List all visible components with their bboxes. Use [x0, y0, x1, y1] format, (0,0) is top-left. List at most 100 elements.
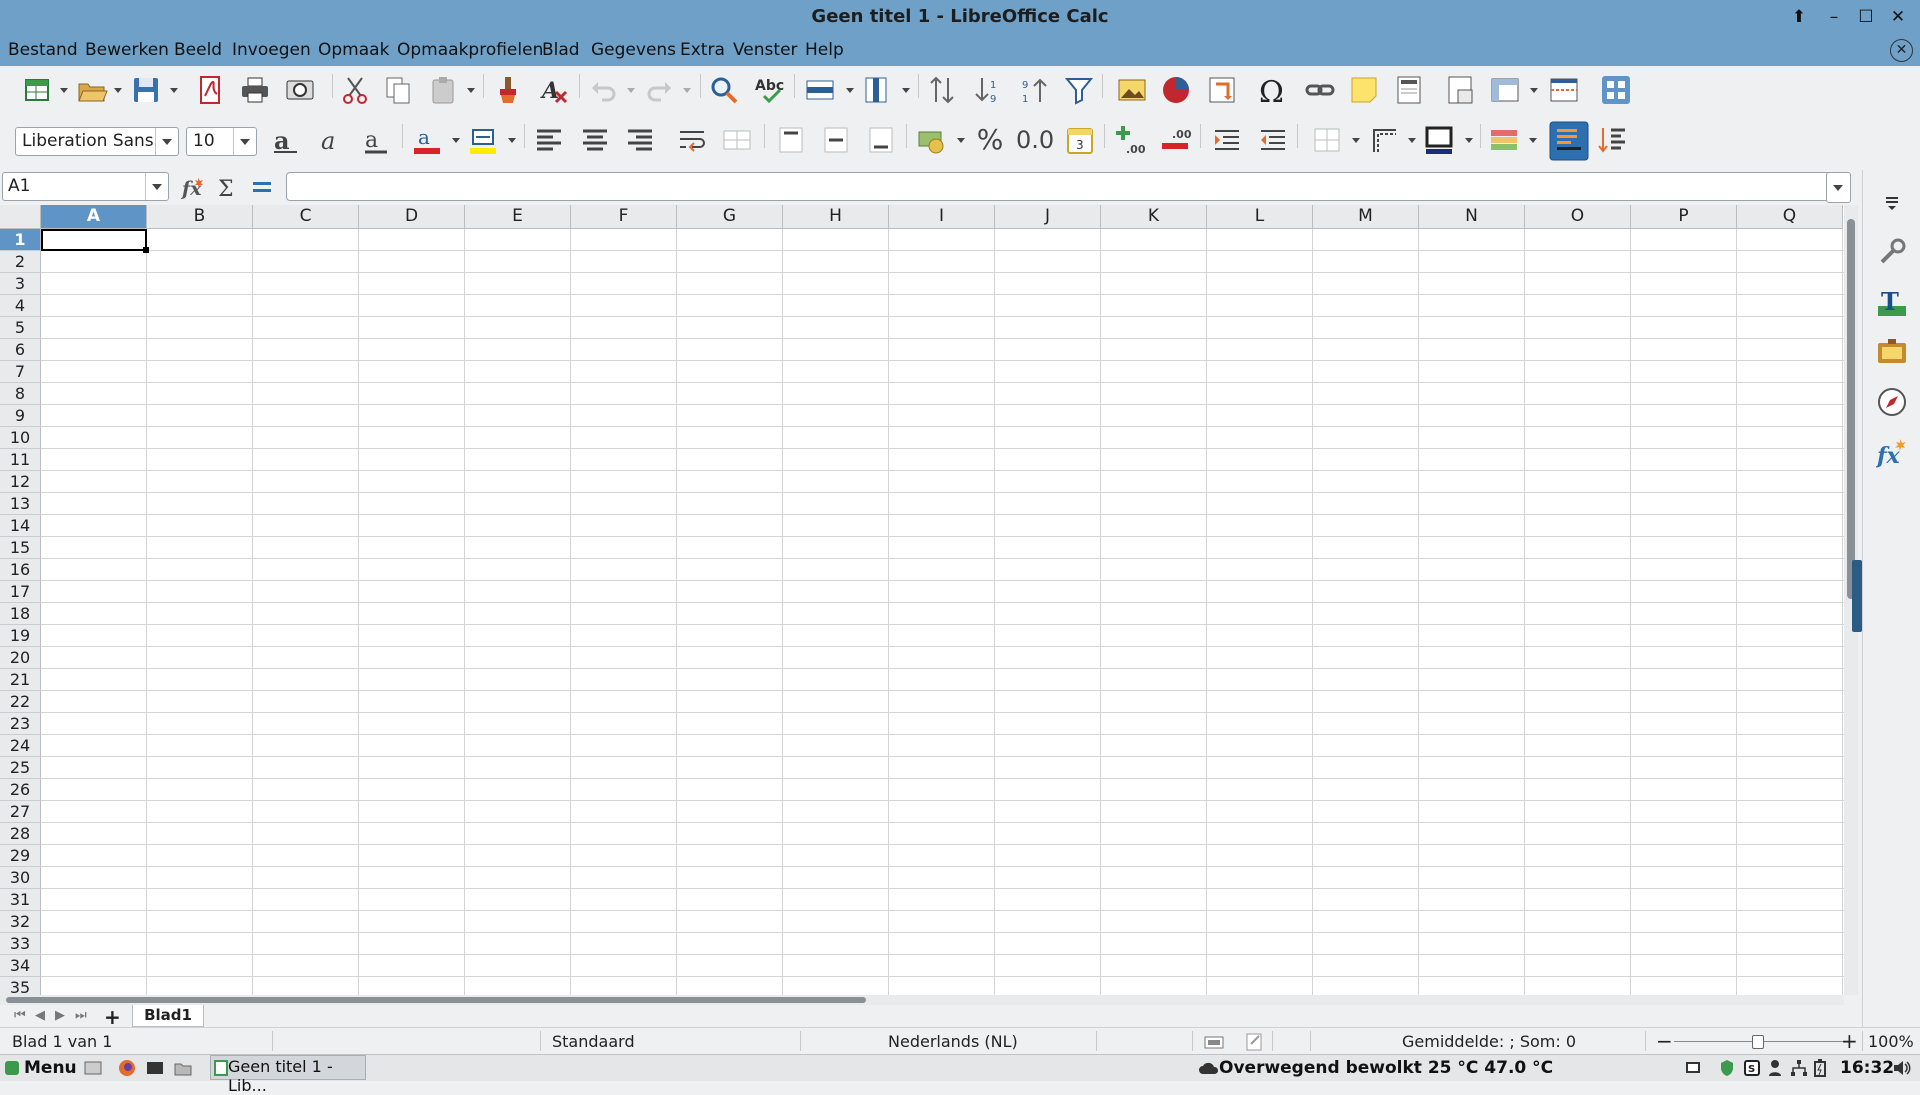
functions-icon[interactable]: fx: [1876, 436, 1908, 468]
column-header-q[interactable]: Q: [1737, 205, 1843, 229]
row-header-18[interactable]: 18: [0, 603, 41, 625]
currency-dropdown[interactable]: [957, 138, 965, 143]
align-top-icon[interactable]: [775, 124, 807, 156]
column-header-h[interactable]: H: [783, 205, 889, 229]
navigator-icon[interactable]: [1876, 386, 1908, 418]
align-center-icon[interactable]: [579, 124, 611, 156]
row-header-15[interactable]: 15: [0, 537, 41, 559]
align-left-icon[interactable]: [533, 124, 565, 156]
row-header-30[interactable]: 30: [0, 867, 41, 889]
borders-dropdown[interactable]: [1352, 138, 1360, 143]
column-header-n[interactable]: N: [1419, 205, 1525, 229]
special-character-icon[interactable]: Ω: [1257, 74, 1289, 106]
menu-opmaak[interactable]: Opmaak: [318, 40, 389, 60]
next-sheet-button[interactable]: ▶: [55, 1008, 65, 1023]
page-style[interactable]: Standaard: [552, 1032, 635, 1051]
sidebar-menu-icon[interactable]: [1876, 186, 1908, 218]
spellcheck-icon[interactable]: Abc: [754, 74, 786, 106]
row-header-14[interactable]: 14: [0, 515, 41, 537]
row-header-12[interactable]: 12: [0, 471, 41, 493]
menu-gegevens[interactable]: Gegevens: [591, 40, 676, 60]
row-header-4[interactable]: 4: [0, 295, 41, 317]
zoom-slider-knob[interactable]: [1752, 1035, 1764, 1049]
row-header-28[interactable]: 28: [0, 823, 41, 845]
row-header-16[interactable]: 16: [0, 559, 41, 581]
column-header-a[interactable]: A: [41, 205, 147, 229]
column-header-k[interactable]: K: [1101, 205, 1207, 229]
first-sheet-button[interactable]: ⏮: [14, 1008, 26, 1023]
insert-image-icon[interactable]: [1116, 74, 1148, 106]
sum-icon[interactable]: Σ: [215, 174, 241, 200]
maximize-button[interactable]: ☐: [1854, 5, 1878, 29]
menu-bestand[interactable]: Bestand: [8, 40, 78, 60]
row-header-19[interactable]: 19: [0, 625, 41, 647]
decrease-indent-icon[interactable]: [1257, 124, 1289, 156]
text-orientation-icon[interactable]: [1549, 121, 1589, 161]
increase-indent-icon[interactable]: [1211, 124, 1243, 156]
column-header-f[interactable]: F: [571, 205, 677, 229]
new-icon[interactable]: [22, 74, 54, 106]
row-header-5[interactable]: 5: [0, 317, 41, 339]
border-color-icon[interactable]: [1423, 124, 1455, 156]
column-icon[interactable]: [860, 74, 892, 106]
column-header-j[interactable]: J: [995, 205, 1101, 229]
conditional-icon[interactable]: [1488, 124, 1520, 156]
zoom-level[interactable]: 100%: [1868, 1032, 1914, 1051]
name-box[interactable]: A1: [2, 172, 169, 201]
border-style-dropdown[interactable]: [1408, 138, 1416, 143]
horizontal-scrollbar[interactable]: [0, 995, 1844, 1005]
menu-venster[interactable]: Venster: [733, 40, 798, 60]
start-menu-button[interactable]: Menu: [24, 1058, 77, 1078]
paste-dropdown[interactable]: [467, 88, 475, 93]
column-header-d[interactable]: D: [359, 205, 465, 229]
cell-area[interactable]: [41, 229, 1844, 995]
split-window-icon[interactable]: [1548, 74, 1580, 106]
save-dropdown[interactable]: [170, 88, 178, 93]
row-dropdown[interactable]: [846, 88, 854, 93]
underline-icon[interactable]: a: [360, 124, 392, 156]
minimize-button[interactable]: –: [1822, 5, 1846, 29]
hyperlink-icon[interactable]: [1304, 74, 1336, 106]
menu-bewerken[interactable]: Bewerken: [85, 40, 169, 60]
close-window-button[interactable]: ✕: [1886, 5, 1910, 29]
zoom-in-button[interactable]: +: [1841, 1029, 1858, 1053]
conditional-dropdown[interactable]: [1529, 138, 1537, 143]
menu-extra[interactable]: Extra: [680, 40, 725, 60]
battery-icon[interactable]: [1814, 1059, 1826, 1077]
comment-icon[interactable]: [1348, 74, 1380, 106]
row-header-10[interactable]: 10: [0, 427, 41, 449]
row-icon[interactable]: [804, 74, 836, 106]
row-header-17[interactable]: 17: [0, 581, 41, 603]
firefox-icon[interactable]: [118, 1059, 136, 1077]
show-draw-functions-icon[interactable]: [1600, 74, 1632, 106]
text-direction-icon[interactable]: [1597, 124, 1629, 156]
row-header-31[interactable]: 31: [0, 889, 41, 911]
column-header-e[interactable]: E: [465, 205, 571, 229]
copy-icon[interactable]: [382, 74, 414, 106]
row-header-3[interactable]: 3: [0, 273, 41, 295]
display-icon[interactable]: [1686, 1061, 1700, 1075]
number-icon[interactable]: 0.0: [1016, 124, 1056, 156]
row-header-7[interactable]: 7: [0, 361, 41, 383]
row-header-32[interactable]: 32: [0, 911, 41, 933]
align-bottom-icon[interactable]: [865, 124, 897, 156]
column-header-i[interactable]: I: [889, 205, 995, 229]
clock[interactable]: 16:32: [1840, 1058, 1894, 1078]
font-size-combo[interactable]: 10: [186, 127, 257, 156]
document-modified-icon[interactable]: [1244, 1032, 1264, 1052]
undo-icon[interactable]: [588, 74, 620, 106]
row-header-20[interactable]: 20: [0, 647, 41, 669]
row-header-35[interactable]: 35: [0, 977, 41, 995]
menu-opmaakprofielen[interactable]: Opmaakprofielen: [397, 40, 543, 60]
row-header-21[interactable]: 21: [0, 669, 41, 691]
menu-help[interactable]: Help: [805, 40, 844, 60]
redo-icon[interactable]: [643, 74, 675, 106]
bold-icon[interactable]: a: [270, 124, 302, 156]
export-pdf-icon[interactable]: [194, 74, 226, 106]
pivot-table-icon[interactable]: [1206, 74, 1238, 106]
open-dropdown[interactable]: [114, 88, 122, 93]
font-color-dropdown[interactable]: [452, 138, 460, 143]
header-footer-icon[interactable]: [1393, 74, 1425, 106]
print-preview-icon[interactable]: [284, 74, 316, 106]
language[interactable]: Nederlands (NL): [888, 1032, 1018, 1051]
